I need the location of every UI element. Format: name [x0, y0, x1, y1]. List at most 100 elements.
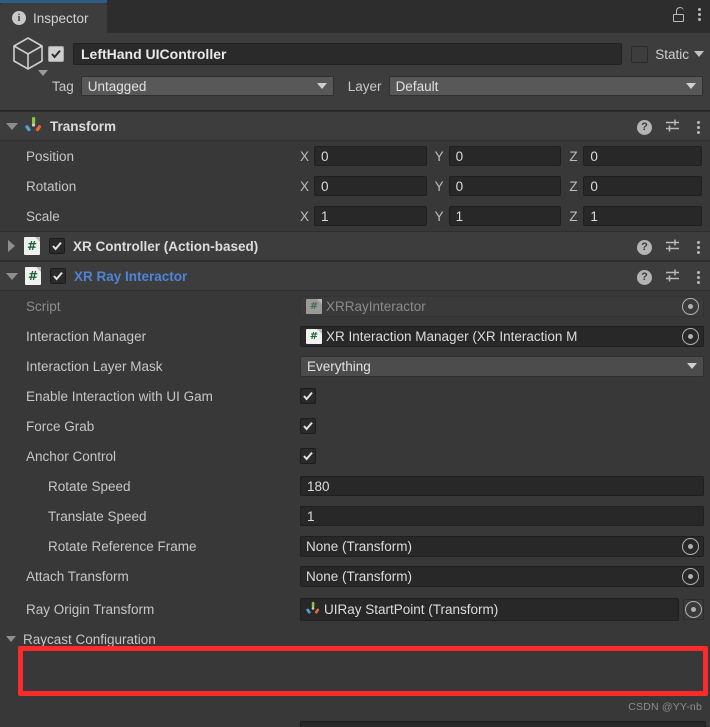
ray-origin-transform-object-field[interactable]: UIRay StartPoint (Transform): [300, 597, 679, 621]
rotation-x-input[interactable]: 0: [314, 176, 427, 196]
axis-label-z: Z: [569, 148, 578, 164]
ray-origin-transform-label: Ray Origin Transform: [26, 601, 155, 617]
property-row-raycast-configuration[interactable]: Raycast Configuration: [0, 627, 710, 651]
scale-x-input[interactable]: 1: [314, 206, 427, 226]
ray-origin-object-picker-button[interactable]: [683, 598, 704, 620]
help-icon[interactable]: ?: [637, 119, 652, 135]
chevron-down-icon: [686, 83, 696, 89]
foldout-arrow-icon[interactable]: [6, 636, 16, 642]
scale-y-input[interactable]: 1: [448, 206, 562, 226]
property-row-rotate-reference-frame: Rotate Reference Frame None (Transform): [0, 531, 710, 561]
component-title-transform: Transform: [50, 118, 117, 134]
property-row-ray-origin-transform: Ray Origin Transform UIRay StartPoint (T…: [0, 591, 710, 627]
position-y-input[interactable]: 0: [448, 146, 562, 166]
cube-icon[interactable]: [10, 34, 48, 76]
gameobject-enabled-checkbox[interactable]: [48, 46, 64, 62]
inspector-window: i Inspector LeftHand UIController Static…: [0, 0, 710, 727]
property-row-rotation: Rotation X0 Y0 Z0: [0, 171, 710, 201]
property-row-script: Script # XRRayInteractor: [0, 291, 710, 321]
kebab-menu-icon[interactable]: [695, 7, 704, 22]
annotation-highlight-box: [18, 646, 708, 696]
object-picker-icon[interactable]: [682, 537, 699, 555]
script-value: XRRayInteractor: [326, 298, 426, 314]
foldout-arrow-icon[interactable]: [8, 240, 15, 252]
attach-transform-value: None (Transform): [306, 568, 413, 584]
xr-ray-interactor-enabled-checkbox[interactable]: [50, 268, 66, 284]
axis-label-z: Z: [569, 178, 578, 194]
axis-label-y: Y: [434, 148, 444, 164]
component-header-xr-controller[interactable]: # XR Controller (Action-based) ?: [0, 231, 710, 261]
transform-gizmo-icon: [306, 601, 320, 618]
component-header-transform[interactable]: Transform ?: [0, 111, 710, 141]
rotation-y-input[interactable]: 0: [448, 176, 562, 196]
kebab-menu-icon[interactable]: [694, 240, 703, 255]
csharp-script-icon: #: [24, 237, 40, 255]
force-grab-checkbox[interactable]: [300, 418, 316, 434]
script-label: Script: [26, 298, 61, 314]
object-picker-icon[interactable]: [682, 567, 699, 585]
object-picker-icon[interactable]: [682, 327, 699, 345]
cube-dropdown-caret-icon[interactable]: [38, 70, 48, 76]
axis-label-x: X: [300, 148, 310, 164]
script-object-field: # XRRayInteractor: [300, 295, 704, 317]
force-grab-label: Force Grab: [26, 418, 95, 434]
component-actions-xr-ray-interactor: ?: [637, 262, 703, 292]
translate-speed-input[interactable]: 1: [300, 506, 704, 526]
preset-icon[interactable]: [665, 118, 681, 136]
help-icon[interactable]: ?: [637, 239, 652, 255]
interaction-manager-object-field[interactable]: # XR Interaction Manager (XR Interaction…: [300, 325, 704, 347]
axis-label-x: X: [300, 208, 310, 224]
layer-dropdown[interactable]: Default: [388, 76, 703, 96]
axis-label-y: Y: [434, 208, 444, 224]
component-title-xr-controller: XR Controller (Action-based): [73, 238, 259, 254]
tab-inspector[interactable]: i Inspector: [0, 0, 107, 33]
rotate-reference-frame-object-field[interactable]: None (Transform): [300, 535, 704, 557]
gameobject-name-input[interactable]: LeftHand UIController: [73, 43, 623, 65]
object-picker-icon: [685, 600, 702, 618]
chevron-down-icon: [687, 363, 697, 369]
lock-icon[interactable]: [672, 7, 685, 22]
anchor-control-checkbox[interactable]: [300, 448, 316, 464]
scale-z-input[interactable]: 1: [583, 206, 703, 226]
preset-icon[interactable]: [665, 238, 681, 256]
component-title-xr-ray-interactor: XR Ray Interactor: [74, 268, 188, 284]
help-icon[interactable]: ?: [637, 269, 652, 285]
property-row-position: Position X0 Y0 Z0: [0, 141, 710, 171]
rotation-z-input[interactable]: 0: [583, 176, 703, 196]
static-label: Static: [655, 46, 689, 62]
rotate-speed-label: Rotate Speed: [48, 478, 131, 494]
rotate-speed-input[interactable]: 180: [300, 476, 704, 496]
csharp-script-icon: #: [306, 298, 322, 314]
csharp-script-icon: #: [306, 328, 322, 344]
kebab-menu-icon[interactable]: [694, 270, 703, 285]
enable-ui-interaction-checkbox[interactable]: [300, 388, 316, 404]
foldout-arrow-icon[interactable]: [6, 122, 18, 130]
property-row-force-grab: Force Grab: [0, 411, 710, 441]
component-header-xr-ray-interactor[interactable]: # XR Ray Interactor ?: [0, 261, 710, 291]
translate-speed-label: Translate Speed: [48, 508, 147, 524]
chevron-down-icon: [316, 83, 327, 89]
position-x-input[interactable]: 0: [314, 146, 427, 166]
attach-transform-object-field[interactable]: None (Transform): [300, 565, 704, 587]
xr-controller-enabled-checkbox[interactable]: [49, 238, 65, 254]
enable-ui-interaction-label: Enable Interaction with UI Gam: [26, 388, 213, 404]
ray-origin-transform-value: UIRay StartPoint (Transform): [324, 601, 499, 617]
interaction-layer-mask-value: Everything: [307, 358, 371, 374]
static-chevron-down-icon[interactable]: [694, 51, 704, 57]
tag-value: Untagged: [87, 78, 147, 94]
tag-dropdown[interactable]: Untagged: [80, 76, 334, 96]
tab-inspector-label: Inspector: [33, 10, 89, 26]
kebab-menu-icon[interactable]: [694, 120, 703, 135]
interaction-manager-label: Interaction Manager: [26, 328, 147, 344]
interaction-layer-mask-dropdown[interactable]: Everything: [300, 355, 704, 377]
axis-label-x: X: [300, 178, 310, 194]
foldout-arrow-icon[interactable]: [6, 272, 18, 280]
property-row-rotate-speed: Rotate Speed 180: [0, 471, 710, 501]
static-checkbox[interactable]: [631, 45, 649, 63]
axis-label-y: Y: [434, 178, 444, 194]
rotate-reference-frame-label: Rotate Reference Frame: [48, 538, 197, 554]
preset-icon[interactable]: [665, 268, 681, 286]
position-z-input[interactable]: 0: [583, 146, 703, 166]
anchor-control-label: Anchor Control: [26, 448, 117, 464]
xr-ray-interactor-properties: Script # XRRayInteractor Interaction Man…: [0, 291, 710, 651]
